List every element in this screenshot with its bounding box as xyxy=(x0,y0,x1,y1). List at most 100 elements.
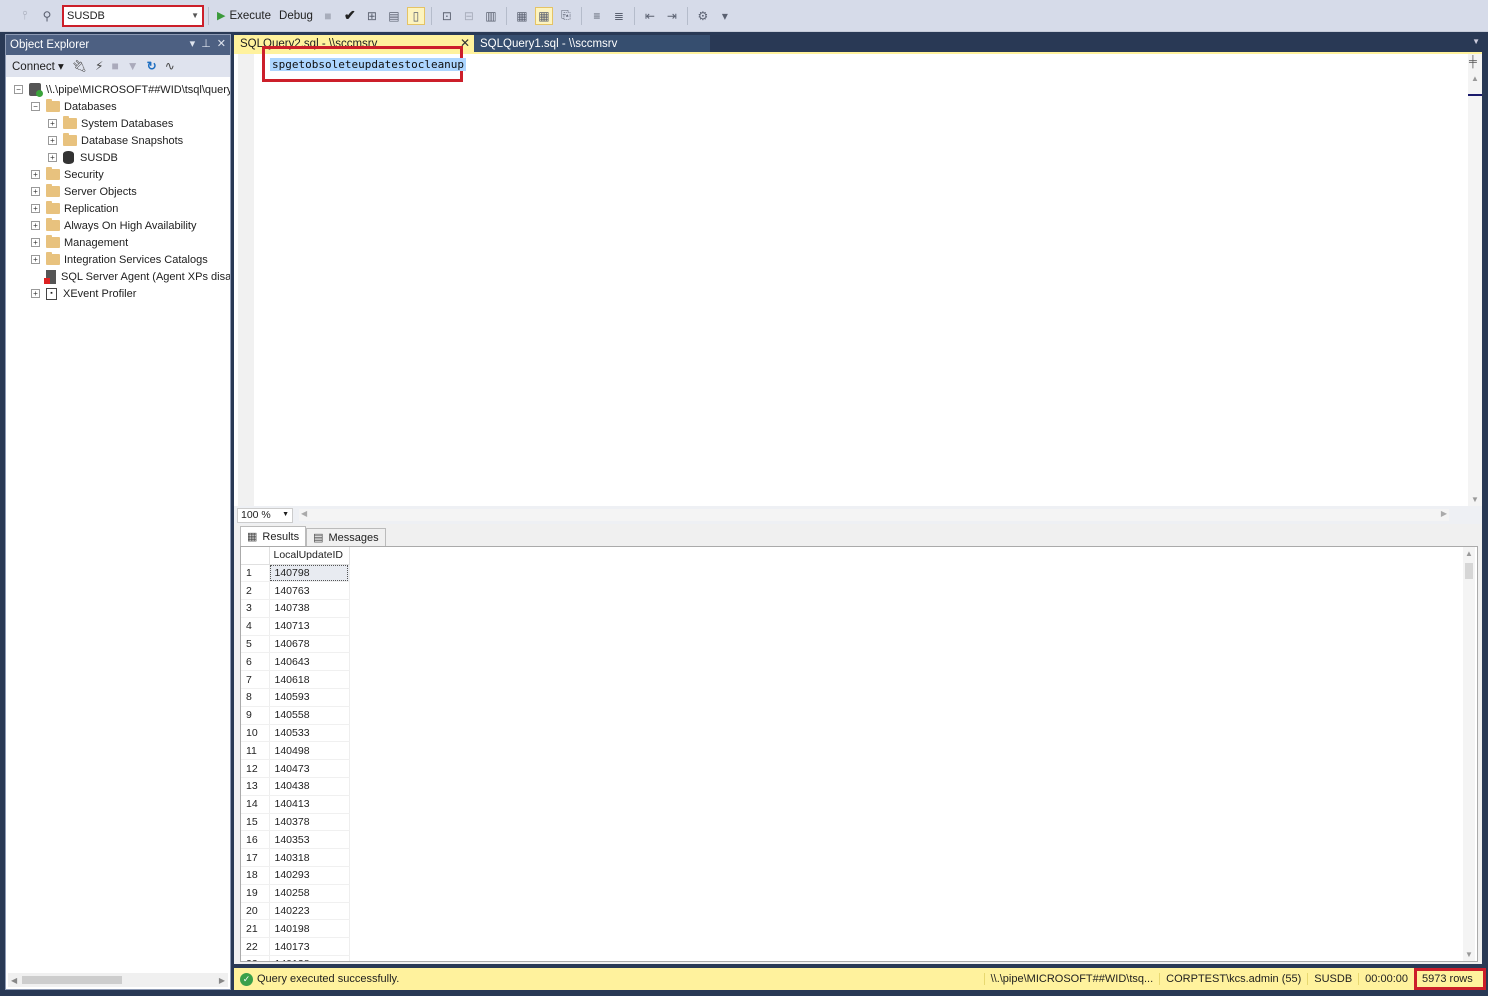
query-text[interactable]: spgetobsoleteupdatestocleanup xyxy=(270,58,467,71)
cell-localupdateid[interactable]: 140353 xyxy=(269,830,350,850)
scrollbar-thumb[interactable] xyxy=(22,976,122,984)
debug-button[interactable]: Debug xyxy=(279,10,313,22)
expand-icon[interactable]: + xyxy=(31,204,40,213)
table-row[interactable]: 1 140798 xyxy=(241,564,350,583)
row-number[interactable]: 8 xyxy=(241,688,270,707)
parse-check-icon[interactable]: ✔ xyxy=(341,7,359,25)
cell-localupdateid[interactable]: 140713 xyxy=(269,617,350,636)
row-number[interactable]: 9 xyxy=(241,706,270,725)
tree-node-server[interactable]: − \\.\pipe\MICROSOFT##WID\tsql\query xyxy=(6,81,230,98)
table-row[interactable]: 12 140473 xyxy=(241,759,350,779)
cell-localupdateid[interactable]: 140498 xyxy=(269,741,350,761)
table-row[interactable]: 11 140498 xyxy=(241,741,350,761)
tree-node-server-objects[interactable]: + Server Objects xyxy=(6,183,230,200)
cell-localupdateid[interactable]: 140378 xyxy=(269,813,350,832)
tree-node-security[interactable]: + Security xyxy=(6,166,230,183)
table-row[interactable]: 14 140413 xyxy=(241,795,350,814)
row-number[interactable]: 17 xyxy=(241,848,270,868)
split-icon[interactable]: ╪ xyxy=(1469,56,1477,68)
scroll-up-icon[interactable]: ▲ xyxy=(1465,549,1473,558)
uncomment-icon[interactable]: ≣ xyxy=(610,7,628,25)
tree-node-susdb[interactable]: + SUSDB xyxy=(6,149,230,166)
table-row[interactable]: 13 140438 xyxy=(241,777,350,796)
cell-localupdateid[interactable]: 140223 xyxy=(269,902,350,921)
scroll-down-icon[interactable]: ▼ xyxy=(1471,495,1479,504)
table-row[interactable]: 19 140258 xyxy=(241,884,350,903)
expand-icon[interactable]: + xyxy=(31,170,40,179)
connect-button[interactable]: Connect ▾ xyxy=(12,59,64,73)
zoom-dropdown[interactable]: 100 % ▼ xyxy=(237,507,293,523)
row-number[interactable]: 4 xyxy=(241,617,270,636)
tree-node-always-on[interactable]: + Always On High Availability xyxy=(6,217,230,234)
cell-localupdateid[interactable]: 140318 xyxy=(269,848,350,868)
toolbar-overflow-icon[interactable]: ▾ xyxy=(716,7,734,25)
editor-horizontal-scrollbar[interactable]: ◀ ▶ xyxy=(299,509,1449,521)
cell-localupdateid[interactable]: 140798 xyxy=(269,564,350,583)
stop-icon[interactable]: ■ xyxy=(111,59,118,73)
available-databases-dropdown[interactable]: SUSDB ▼ xyxy=(62,4,204,27)
execute-button[interactable]: Execute xyxy=(229,10,271,22)
stop-icon[interactable]: ■ xyxy=(319,7,337,25)
tab-results[interactable]: ▦ Results xyxy=(240,526,307,546)
editor-vertical-scrollbar[interactable]: ╪ ▲ ▼ xyxy=(1468,54,1482,506)
row-number[interactable]: 11 xyxy=(241,741,270,761)
table-row[interactable]: 3 140738 xyxy=(241,599,350,618)
row-number[interactable]: 1 xyxy=(241,564,270,583)
cell-localupdateid[interactable]: 140438 xyxy=(269,777,350,796)
tree-node-management[interactable]: + Management xyxy=(6,234,230,251)
actual-plan-icon[interactable]: ⊡ xyxy=(438,7,456,25)
scrollbar-thumb[interactable] xyxy=(1465,563,1473,579)
intellisense-icon[interactable]: ▯ xyxy=(406,6,425,25)
table-row[interactable]: 21 140198 xyxy=(241,919,350,939)
table-row[interactable]: 10 140533 xyxy=(241,724,350,743)
disconnect-icon[interactable]: ⚡︎ xyxy=(95,59,103,73)
cell-localupdateid[interactable]: 140258 xyxy=(269,884,350,903)
cell-localupdateid[interactable]: 140533 xyxy=(269,724,350,743)
tree-node-databases[interactable]: − Databases xyxy=(6,98,230,115)
column-header-localupdateid[interactable]: LocalUpdateID xyxy=(269,547,350,565)
scroll-up-icon[interactable]: ▲ xyxy=(1471,74,1479,83)
cell-localupdateid[interactable]: 140138 xyxy=(269,955,350,961)
cell-localupdateid[interactable]: 140293 xyxy=(269,866,350,885)
row-number[interactable]: 22 xyxy=(241,937,270,957)
comment-icon[interactable]: ≡ xyxy=(588,7,606,25)
row-number[interactable]: 21 xyxy=(241,919,270,939)
results-vertical-scrollbar[interactable]: ▲ ▼ xyxy=(1463,547,1475,961)
table-row[interactable]: 5 140678 xyxy=(241,635,350,654)
tree-node-sql-server-agent[interactable]: SQL Server Agent (Agent XPs disabled) xyxy=(6,268,230,285)
live-stats-icon[interactable]: ⊟ xyxy=(460,7,478,25)
cell-localupdateid[interactable]: 140593 xyxy=(269,688,350,707)
expand-icon[interactable]: + xyxy=(48,119,57,128)
expand-icon[interactable]: + xyxy=(31,255,40,264)
tab-sqlquery1[interactable]: SQLQuery1.sql - \\sccmsrv xyxy=(474,35,710,52)
expand-icon[interactable]: + xyxy=(48,136,57,145)
estimated-plan-icon[interactable]: ⊞ xyxy=(363,7,381,25)
cell-localupdateid[interactable]: 140198 xyxy=(269,919,350,939)
tree-node-replication[interactable]: + Replication xyxy=(6,200,230,217)
window-position-icon[interactable]: ▾ xyxy=(190,37,196,50)
close-icon[interactable]: ✕ xyxy=(217,37,226,50)
specify-values-icon[interactable]: ⚙ xyxy=(694,7,712,25)
scroll-down-icon[interactable]: ▼ xyxy=(1465,950,1473,959)
row-number[interactable]: 15 xyxy=(241,813,270,832)
row-number[interactable]: 16 xyxy=(241,830,270,850)
row-number[interactable]: 18 xyxy=(241,866,270,885)
results-to-file-icon[interactable]: ⎘ xyxy=(557,7,575,25)
cell-localupdateid[interactable]: 140678 xyxy=(269,635,350,654)
table-row[interactable]: 8 140593 xyxy=(241,688,350,707)
cell-localupdateid[interactable]: 140473 xyxy=(269,759,350,779)
table-row[interactable]: 15 140378 xyxy=(241,813,350,832)
scroll-left-icon[interactable]: ◀ xyxy=(11,976,17,985)
filter-icon[interactable]: ▼ xyxy=(127,59,139,73)
table-row[interactable]: 18 140293 xyxy=(241,866,350,885)
table-row[interactable]: 17 140318 xyxy=(241,848,350,868)
results-to-grid-icon[interactable]: ▦ xyxy=(534,6,553,25)
table-row[interactable]: 7 140618 xyxy=(241,670,350,690)
row-number[interactable]: 10 xyxy=(241,724,270,743)
pin-icon[interactable]: ⊥ xyxy=(201,37,211,50)
table-row[interactable]: 23140138 xyxy=(241,955,350,961)
client-stats-icon[interactable]: ▥ xyxy=(482,7,500,25)
table-row[interactable]: 4 140713 xyxy=(241,617,350,636)
row-number[interactable]: 20 xyxy=(241,902,270,921)
row-number[interactable]: 3 xyxy=(241,599,270,618)
